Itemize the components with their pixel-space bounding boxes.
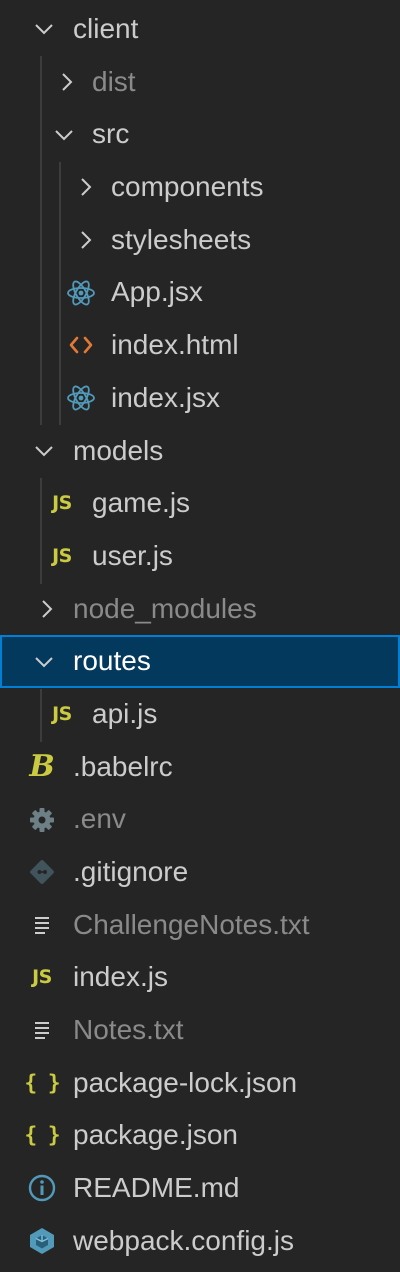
file-readme-md[interactable]: README.md: [0, 1162, 400, 1215]
file-label: package.json: [73, 1119, 239, 1151]
javascript-icon: JS: [32, 966, 52, 989]
file-label: README.md: [73, 1172, 240, 1204]
file-label: .env: [73, 803, 126, 835]
babel-icon: B: [29, 748, 55, 784]
file-package-lock-json[interactable]: { } package-lock.json: [0, 1057, 400, 1110]
file-env[interactable]: .env: [0, 793, 400, 846]
chevron-right-icon: [81, 178, 92, 197]
file-label: package-lock.json: [73, 1066, 298, 1098]
webpack-icon: [27, 1226, 57, 1256]
git-icon: [27, 857, 57, 887]
text-file-icon: [27, 910, 57, 940]
folder-models[interactable]: models: [0, 425, 400, 478]
folder-client[interactable]: client: [0, 3, 400, 56]
folder-components[interactable]: components: [0, 161, 400, 214]
folder-label: stylesheets: [111, 223, 252, 255]
file-label: index.html: [111, 329, 239, 361]
folder-src[interactable]: src: [0, 108, 400, 161]
chevron-right-icon: [62, 73, 73, 91]
file-label: .babelrc: [73, 750, 173, 782]
html-icon: [66, 330, 96, 360]
folder-label: src: [92, 118, 130, 150]
file-package-json[interactable]: { } package.json: [0, 1109, 400, 1162]
folder-label: models: [73, 434, 164, 466]
file-label: ChallengeNotes.txt: [73, 908, 310, 940]
react-icon: [66, 383, 96, 413]
chevron-down-icon: [35, 446, 53, 457]
folder-dist[interactable]: dist: [0, 56, 400, 109]
folder-label: node_modules: [73, 592, 257, 624]
file-challengenotes-txt[interactable]: ChallengeNotes.txt: [0, 899, 400, 952]
file-label: api.js: [92, 697, 158, 729]
file-index-html[interactable]: index.html: [0, 319, 400, 372]
folder-label: client: [73, 13, 139, 44]
file-label: user.js: [92, 539, 173, 571]
file-explorer-tree: client dist src components stylesheets A…: [0, 3, 400, 1268]
json-icon: { }: [24, 1123, 61, 1148]
file-label: game.js: [92, 487, 191, 519]
file-api-js[interactable]: JS api.js: [0, 688, 400, 741]
file-index-js[interactable]: JS index.js: [0, 951, 400, 1004]
folder-label: components: [111, 171, 264, 203]
file-index-jsx[interactable]: index.jsx: [0, 372, 400, 425]
file-app-jsx[interactable]: App.jsx: [0, 266, 400, 319]
chevron-down-icon: [35, 24, 53, 35]
folder-routes[interactable]: routes: [0, 635, 400, 688]
chevron-down-icon: [35, 656, 53, 668]
javascript-icon: JS: [52, 544, 72, 567]
file-gitignore[interactable]: .gitignore: [0, 846, 400, 899]
chevron-right-icon: [81, 231, 92, 249]
file-babelrc[interactable]: B .babelrc: [0, 741, 400, 794]
file-label: App.jsx: [111, 276, 203, 308]
gear-icon: [27, 805, 57, 835]
file-notes-txt[interactable]: Notes.txt: [0, 1004, 400, 1057]
javascript-icon: JS: [52, 702, 72, 725]
javascript-icon: JS: [52, 492, 72, 515]
file-label: index.js: [73, 961, 168, 993]
file-game-js[interactable]: JS game.js: [0, 477, 400, 530]
folder-label: dist: [92, 65, 136, 97]
file-webpack-config-js[interactable]: webpack.config.js: [0, 1215, 400, 1268]
file-label: .gitignore: [73, 856, 189, 887]
text-file-icon: [27, 1015, 57, 1045]
react-icon: [66, 278, 96, 308]
folder-label: routes: [73, 645, 151, 677]
file-label: Notes.txt: [73, 1014, 184, 1046]
folder-stylesheets[interactable]: stylesheets: [0, 214, 400, 267]
folder-node-modules[interactable]: node_modules: [0, 583, 400, 636]
file-label: index.jsx: [111, 381, 220, 413]
chevron-right-icon: [42, 600, 53, 618]
info-icon: [27, 1173, 57, 1203]
file-user-js[interactable]: JS user.js: [0, 530, 400, 583]
chevron-down-icon: [55, 130, 73, 141]
json-icon: { }: [24, 1070, 61, 1095]
file-label: webpack.config.js: [73, 1224, 295, 1256]
